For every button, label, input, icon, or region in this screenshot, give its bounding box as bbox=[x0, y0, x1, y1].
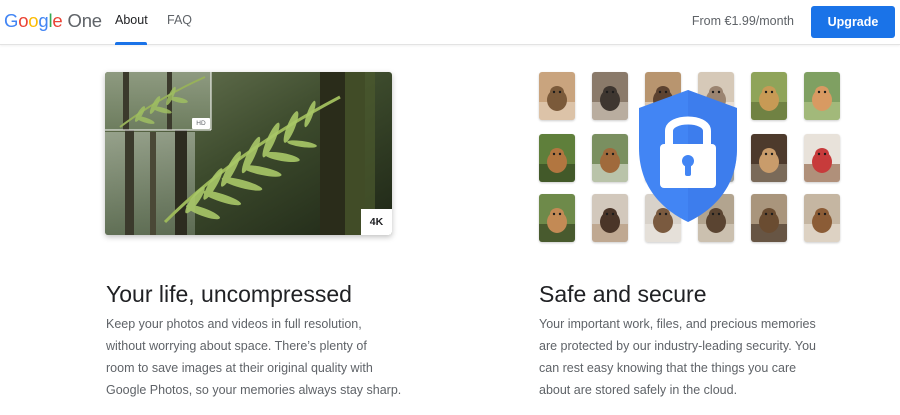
photo-thumbnail bbox=[751, 72, 787, 120]
photo-thumbnail bbox=[804, 134, 840, 182]
photo-thumbnail bbox=[751, 194, 787, 242]
photo-thumbnail bbox=[592, 134, 628, 182]
price-text: From €1.99/month bbox=[691, 14, 794, 28]
feature-title-safe-secure: Safe and secure bbox=[539, 281, 707, 307]
photo-thumbnail bbox=[539, 72, 575, 120]
feature-body-uncompressed: Keep your photos and videos in full reso… bbox=[106, 313, 426, 401]
nav-tab-faq[interactable]: FAQ bbox=[167, 13, 192, 27]
feature-body-safe-secure: Your important work, files, and precious… bbox=[539, 313, 859, 401]
body-line: Keep your photos and videos in full reso… bbox=[106, 317, 362, 331]
body-line: Google Photos, so your memories always s… bbox=[106, 383, 402, 397]
body-line: without worrying about space. There’s pl… bbox=[106, 339, 367, 353]
body-line: can rest easy knowing that the things yo… bbox=[539, 361, 797, 375]
active-tab-indicator bbox=[115, 42, 147, 45]
feature-title-uncompressed: Your life, uncompressed bbox=[106, 281, 352, 307]
body-line: room to save images at their original qu… bbox=[106, 361, 373, 375]
nav-tab-about[interactable]: About bbox=[115, 13, 148, 27]
top-navigation-bar: Google One About FAQ From €1.99/month Upg… bbox=[0, 0, 900, 45]
shield-lock-icon bbox=[639, 90, 737, 222]
4k-badge: 4K bbox=[361, 209, 392, 235]
photo-thumbnail bbox=[539, 134, 575, 182]
upgrade-button[interactable]: Upgrade bbox=[811, 6, 895, 38]
body-line: about are stored safely in the cloud. bbox=[539, 383, 738, 397]
photo-thumbnail bbox=[804, 72, 840, 120]
photo-thumbnail bbox=[539, 194, 575, 242]
photo-thumbnail bbox=[592, 72, 628, 120]
photo-thumbnail bbox=[751, 134, 787, 182]
body-line: are protected by our industry-leading se… bbox=[539, 339, 817, 353]
resolution-comparison-image: HD 4K bbox=[105, 72, 392, 235]
photo-thumbnail bbox=[592, 194, 628, 242]
photo-thumbnail bbox=[804, 194, 840, 242]
google-one-logo[interactable]: Google One bbox=[4, 10, 102, 32]
body-line: Your important work, files, and precious… bbox=[539, 317, 816, 331]
hd-badge: HD bbox=[192, 118, 210, 129]
